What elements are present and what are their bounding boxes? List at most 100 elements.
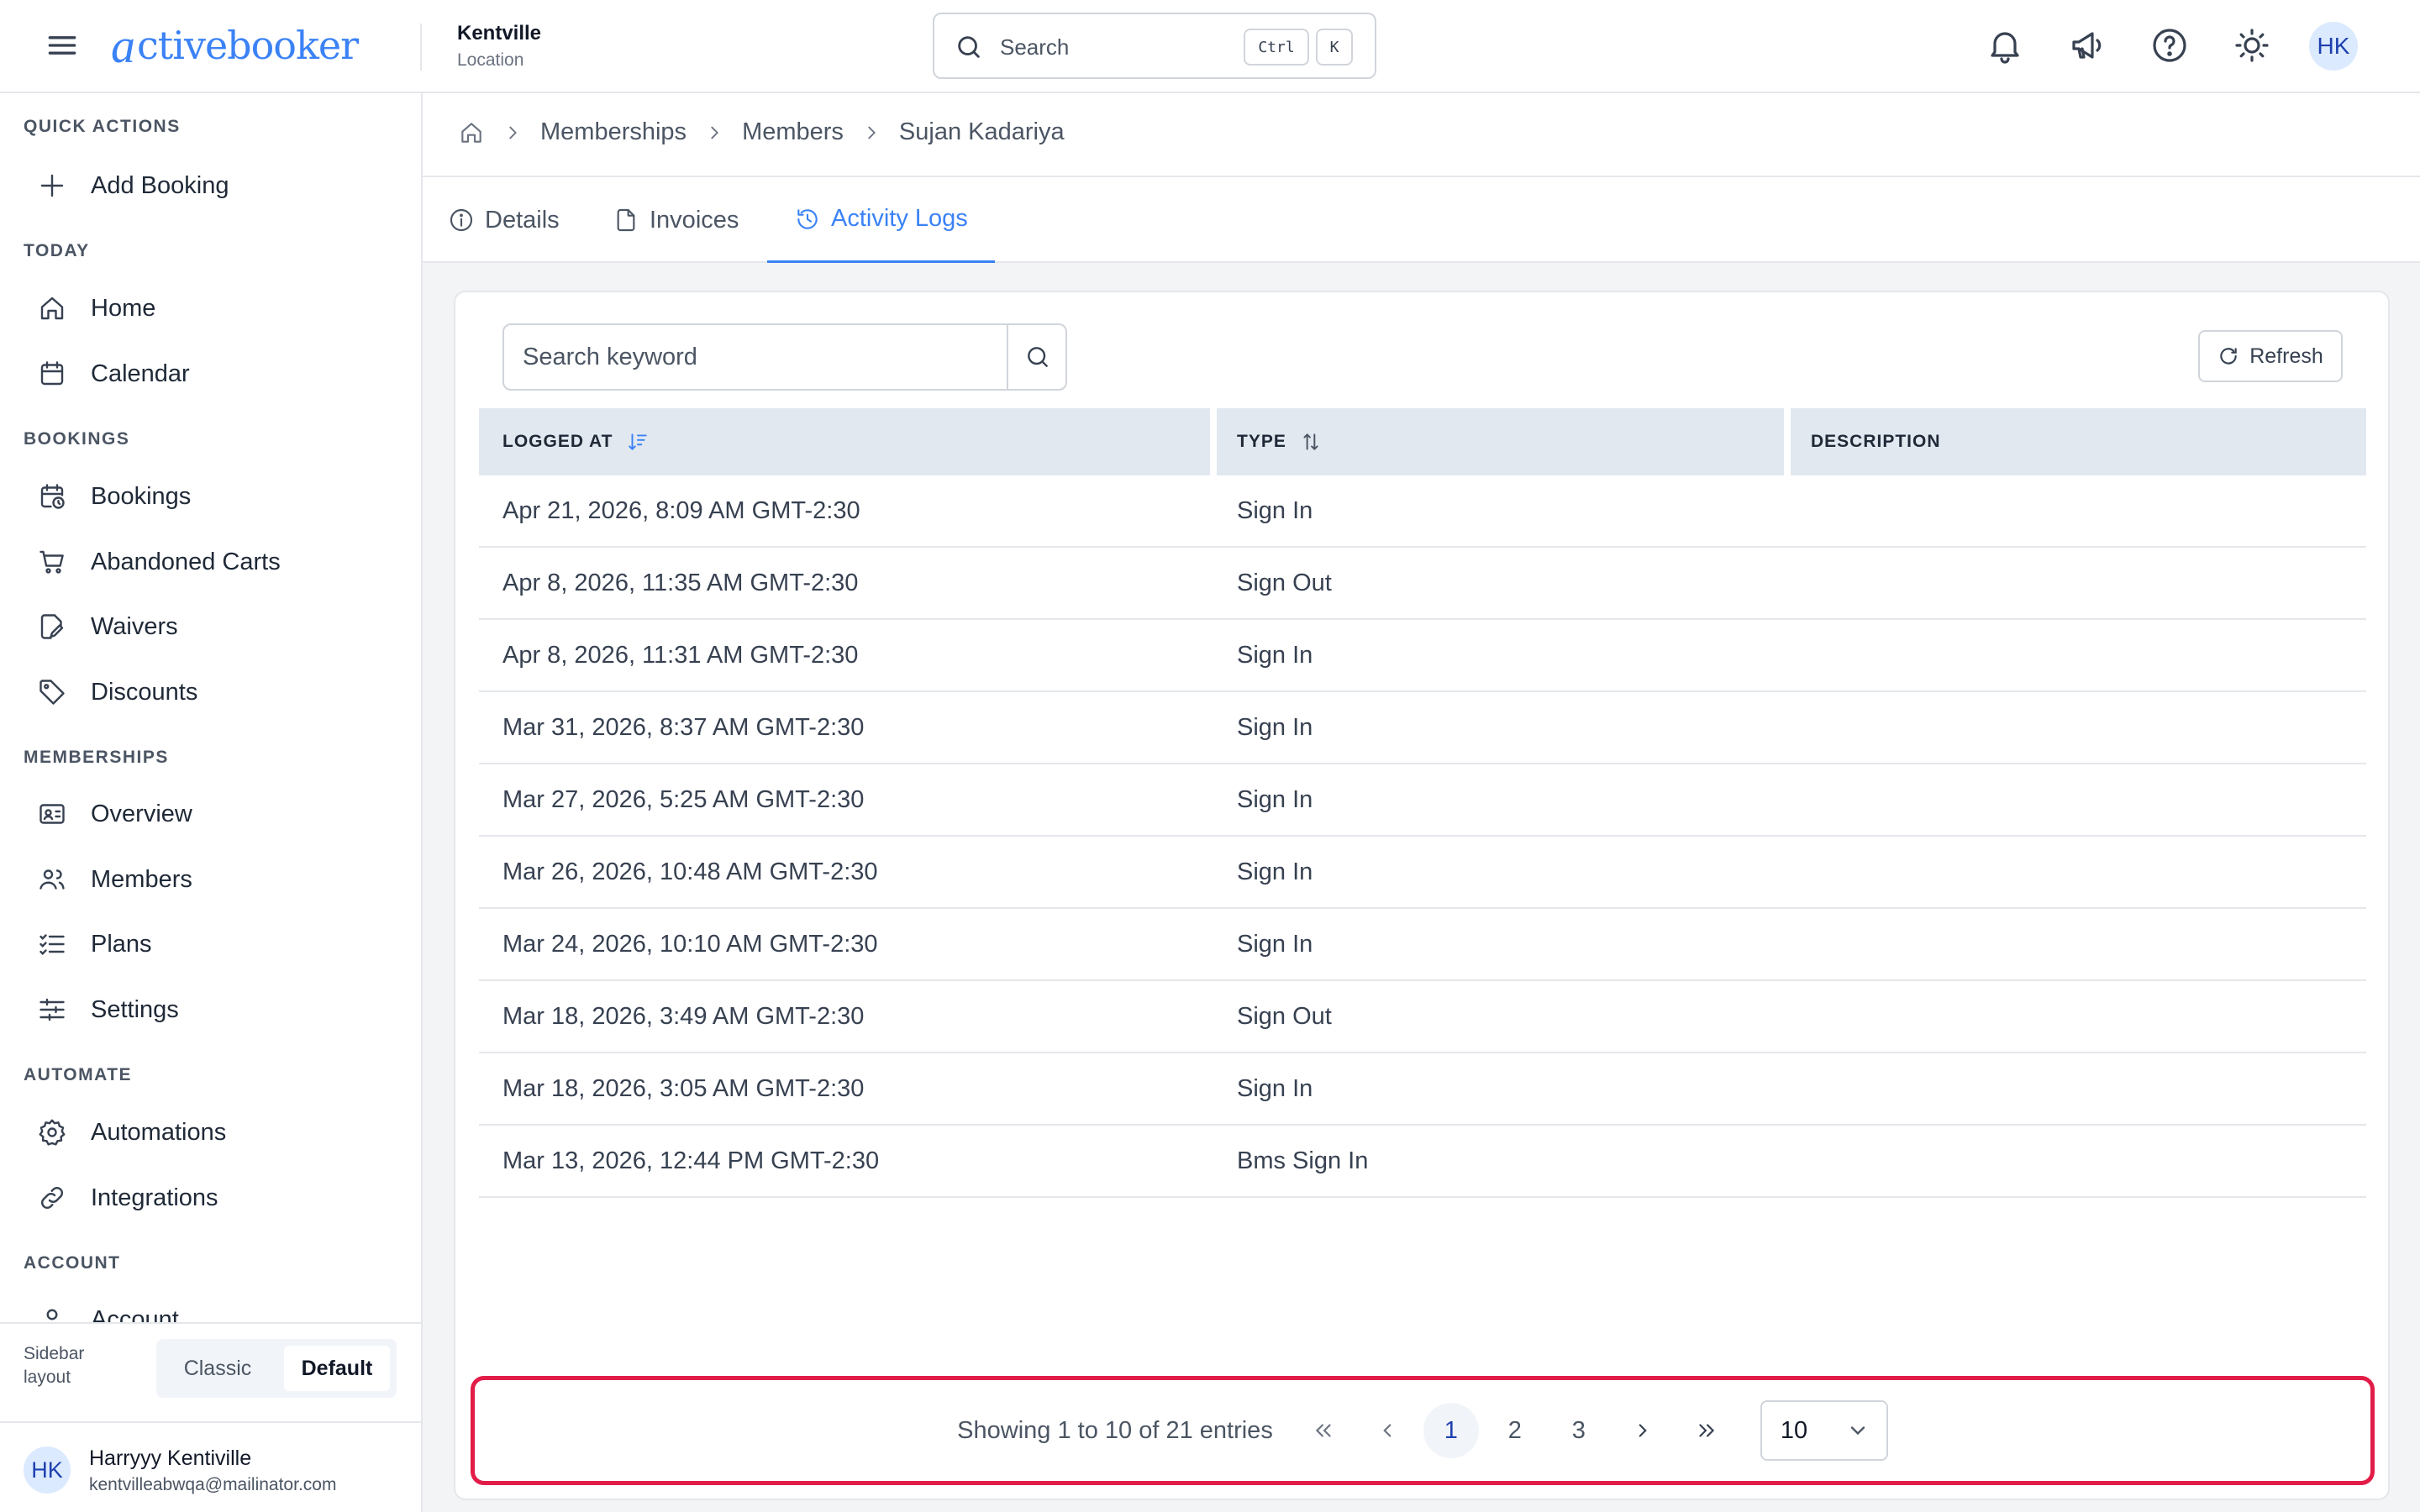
- table-row: Mar 31, 2026, 8:37 AM GMT-2:30 Sign In: [479, 692, 2366, 764]
- first-page-button[interactable]: [1296, 1403, 1351, 1458]
- tab-details[interactable]: Details: [448, 177, 560, 263]
- file-signature-icon: [24, 612, 84, 642]
- rows-per-page-select[interactable]: 10: [1760, 1400, 1888, 1461]
- keyword-search: [502, 323, 1067, 391]
- sidebar-item-abandoned-carts[interactable]: Abandoned Carts: [24, 535, 402, 589]
- sidebar-item-label: Settings: [91, 995, 179, 1023]
- search-icon: [955, 33, 983, 61]
- table-body: Apr 21, 2026, 8:09 AM GMT-2:30 Sign In Apr…: [479, 475, 2366, 1198]
- info-icon: [448, 207, 475, 234]
- sidebar-item-calendar[interactable]: Calendar: [24, 347, 402, 401]
- top-bar: a ctivebooker Kentville Location Search C…: [0, 0, 2420, 93]
- cell-type: Sign In: [1237, 1074, 1313, 1102]
- sidebar-item-label: Plans: [91, 930, 152, 958]
- shortcut-k-key: K: [1316, 29, 1353, 66]
- chevrons-right-icon: [1696, 1420, 1718, 1441]
- sidebar-item-add-booking[interactable]: Add Booking: [24, 159, 402, 213]
- cell-type: Sign In: [1237, 785, 1313, 813]
- sort-icon: [1300, 431, 1322, 453]
- sidebar-item-members[interactable]: Members: [24, 853, 402, 906]
- table-row: Mar 26, 2026, 10:48 AM GMT-2:30 Sign In: [479, 837, 2366, 909]
- breadcrumb-members[interactable]: Members: [742, 118, 844, 146]
- cell-logged-at: Apr 21, 2026, 8:09 AM GMT-2:30: [502, 496, 860, 524]
- keyword-search-input[interactable]: [504, 325, 1007, 389]
- refresh-label: Refresh: [2249, 344, 2323, 368]
- search-icon: [1024, 344, 1051, 370]
- location-switcher[interactable]: Kentville Location: [457, 22, 541, 71]
- section-title-today: TODAY: [24, 241, 90, 260]
- menu-icon[interactable]: [44, 27, 81, 64]
- chevron-right-icon: [503, 123, 522, 142]
- section-title-automate: AUTOMATE: [24, 1065, 133, 1084]
- column-header-type[interactable]: TYPE: [1237, 408, 1322, 475]
- calendar-icon: [24, 359, 84, 389]
- sidebar-item-label: Overview: [91, 800, 192, 827]
- tab-activity-logs[interactable]: Activity Logs: [767, 177, 995, 263]
- plus-icon: [24, 171, 84, 201]
- column-header-description: DESCRIPTION: [1811, 408, 1941, 475]
- sidebar-item-integrations[interactable]: Integrations: [24, 1171, 402, 1225]
- refresh-button[interactable]: Refresh: [2198, 330, 2343, 382]
- sidebar-item-discounts[interactable]: Discounts: [24, 665, 402, 719]
- column-label: LOGGED AT: [502, 432, 613, 451]
- layout-default-option[interactable]: Default: [284, 1346, 390, 1391]
- activebooker-logo[interactable]: a ctivebooker: [111, 15, 359, 76]
- avatar[interactable]: HK: [2309, 22, 2358, 71]
- cell-logged-at: Apr 8, 2026, 11:35 AM GMT-2:30: [502, 569, 859, 596]
- sidebar-item-label: Members: [91, 865, 192, 893]
- layout-classic-option[interactable]: Classic: [163, 1346, 272, 1391]
- table-row: Apr 8, 2026, 11:35 AM GMT-2:30 Sign Out: [479, 548, 2366, 620]
- sun-icon[interactable]: [2232, 25, 2272, 66]
- tab-label: Invoices: [650, 206, 739, 234]
- sidebar-item-automations[interactable]: Automations: [24, 1105, 402, 1159]
- chevron-right-icon: [1632, 1420, 1654, 1441]
- home-icon[interactable]: [458, 119, 485, 146]
- sidebar-item-waivers[interactable]: Waivers: [24, 600, 402, 654]
- sidebar-layout-switch: Sidebar layout Classic Default: [0, 1322, 421, 1421]
- last-page-button[interactable]: [1679, 1403, 1734, 1458]
- table-row: Mar 27, 2026, 5:25 AM GMT-2:30 Sign In: [479, 764, 2366, 837]
- page-button-3[interactable]: 3: [1551, 1403, 1607, 1458]
- sidebar-item-plans[interactable]: Plans: [24, 917, 402, 971]
- tag-icon: [24, 677, 84, 707]
- next-page-button[interactable]: [1615, 1403, 1670, 1458]
- tabs-bar: Details Invoices Activity Logs: [423, 177, 2420, 263]
- page-button-1[interactable]: 1: [1423, 1403, 1479, 1458]
- sidebar-item-overview[interactable]: Overview: [24, 787, 402, 841]
- page-button-2[interactable]: 2: [1487, 1403, 1543, 1458]
- cell-type: Sign In: [1237, 641, 1313, 669]
- users-icon: [24, 864, 84, 895]
- sidebar-item-label: Calendar: [91, 360, 190, 387]
- user-name: Harryyy Kentiville: [89, 1446, 252, 1470]
- user-card[interactable]: HK Harryyy Kentiville kentvilleabwqa@mai…: [0, 1421, 421, 1512]
- keyword-search-button[interactable]: [1007, 325, 1067, 389]
- calendar-clock-icon: [24, 481, 84, 512]
- sidebar-item-bookings[interactable]: Bookings: [24, 470, 402, 523]
- section-title-account: ACCOUNT: [24, 1253, 121, 1273]
- help-icon[interactable]: [2149, 25, 2190, 66]
- cell-type: Sign Out: [1237, 1002, 1332, 1030]
- breadcrumb: Memberships Members Sujan Kadariya: [458, 118, 1065, 146]
- breadcrumb-memberships[interactable]: Memberships: [540, 118, 687, 146]
- previous-page-button[interactable]: [1360, 1403, 1415, 1458]
- sidebar-item-label: Automations: [91, 1118, 227, 1146]
- history-icon: [794, 206, 821, 233]
- column-header-logged-at[interactable]: LOGGED AT: [502, 408, 649, 475]
- megaphone-icon[interactable]: [2067, 25, 2107, 66]
- tab-invoices[interactable]: Invoices: [613, 177, 739, 263]
- global-search[interactable]: Search Ctrl K: [933, 13, 1376, 79]
- sidebar-item-label: Waivers: [91, 612, 178, 640]
- chevron-left-icon: [1376, 1420, 1398, 1441]
- sidebar-item-label: Integrations: [91, 1184, 218, 1211]
- shortcut-ctrl-key: Ctrl: [1244, 29, 1309, 66]
- sidebar-item-home[interactable]: Home: [24, 281, 402, 335]
- cell-type: Sign In: [1237, 496, 1313, 524]
- breadcrumb-bar: Memberships Members Sujan Kadariya: [423, 93, 2420, 177]
- sidebar-item-settings[interactable]: Settings: [24, 983, 402, 1037]
- home-icon: [24, 293, 84, 323]
- cart-icon: [24, 547, 84, 577]
- cell-logged-at: Mar 13, 2026, 12:44 PM GMT-2:30: [502, 1147, 880, 1174]
- table-row: Mar 24, 2026, 10:10 AM GMT-2:30 Sign In: [479, 909, 2366, 981]
- bell-icon[interactable]: [1985, 25, 2025, 66]
- location-name: Kentville: [457, 22, 542, 45]
